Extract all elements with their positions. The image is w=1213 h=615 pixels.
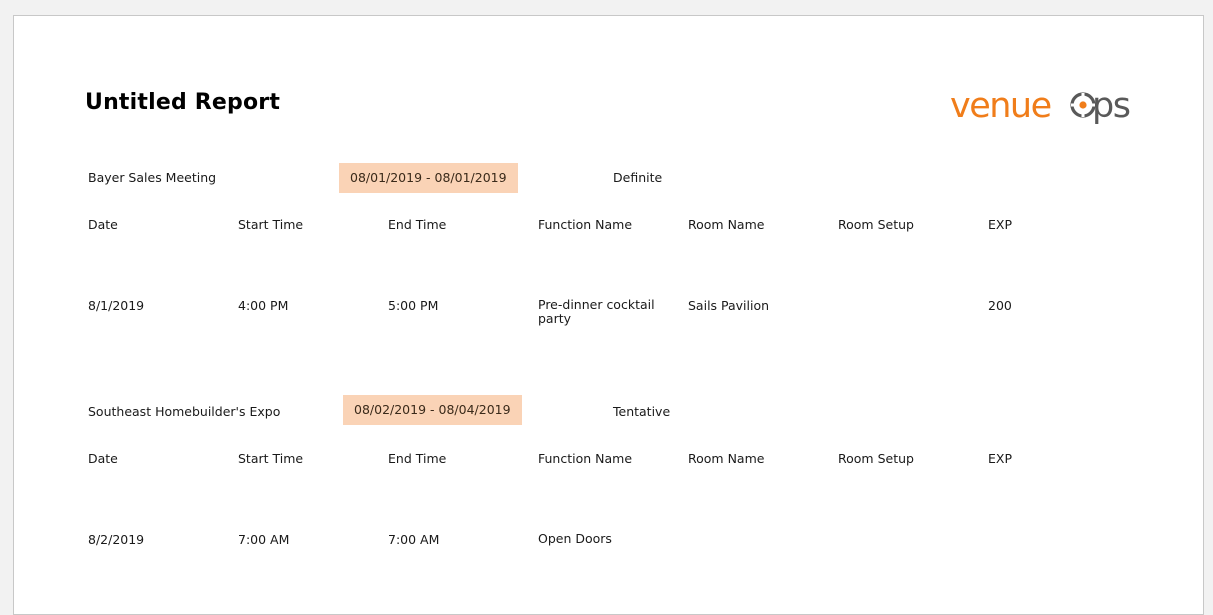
cell-date: 8/1/2019 [88, 298, 145, 313]
column-header-start-time: Start Time [238, 451, 304, 466]
event-status: Tentative [613, 404, 671, 419]
logo-text-venue: venue [950, 86, 1051, 126]
cell-date: 8/2/2019 [88, 532, 145, 547]
event-date-range: 08/01/2019 - 08/01/2019 [339, 163, 518, 193]
column-header-exp: EXP [988, 451, 1012, 466]
cell-function-name: Open Doors [538, 531, 612, 546]
column-header-end-time: End Time [388, 217, 447, 232]
column-header-start-time: Start Time [238, 217, 304, 232]
event-date-range: 08/02/2019 - 08/04/2019 [343, 395, 522, 425]
venueops-logo-mark: venue ps [950, 86, 1131, 126]
cell-start-time: 4:00 PM [238, 298, 289, 313]
event-status: Definite [613, 170, 663, 185]
column-header-function-name: Function Name [538, 451, 633, 466]
report-page: Untitled Report venue ps Bayer Sales Mee… [13, 15, 1204, 615]
event-name: Southeast Homebuilder's Expo [88, 404, 281, 419]
venueops-logo: venue ps [950, 82, 1140, 132]
column-header-exp: EXP [988, 217, 1012, 232]
column-header-end-time: End Time [388, 451, 447, 466]
column-header-date: Date [88, 217, 118, 232]
column-header-room-setup: Room Setup [838, 451, 914, 466]
event-name: Bayer Sales Meeting [88, 170, 217, 185]
column-header-room-name: Room Name [688, 217, 765, 232]
report-title: Untitled Report [85, 90, 281, 115]
column-header-function-name: Function Name [538, 217, 633, 232]
logo-text-ps: ps [1092, 86, 1130, 126]
column-header-room-setup: Room Setup [838, 217, 914, 232]
cell-end-time: 5:00 PM [388, 298, 439, 313]
cell-end-time: 7:00 AM [388, 532, 440, 547]
column-header-room-name: Room Name [688, 451, 765, 466]
column-header-date: Date [88, 451, 118, 466]
cell-room-name: Sails Pavilion [688, 298, 770, 313]
cell-function-name: Pre-dinner cocktail party [538, 297, 655, 326]
cell-exp: 200 [988, 298, 1012, 313]
cell-start-time: 7:00 AM [238, 532, 290, 547]
